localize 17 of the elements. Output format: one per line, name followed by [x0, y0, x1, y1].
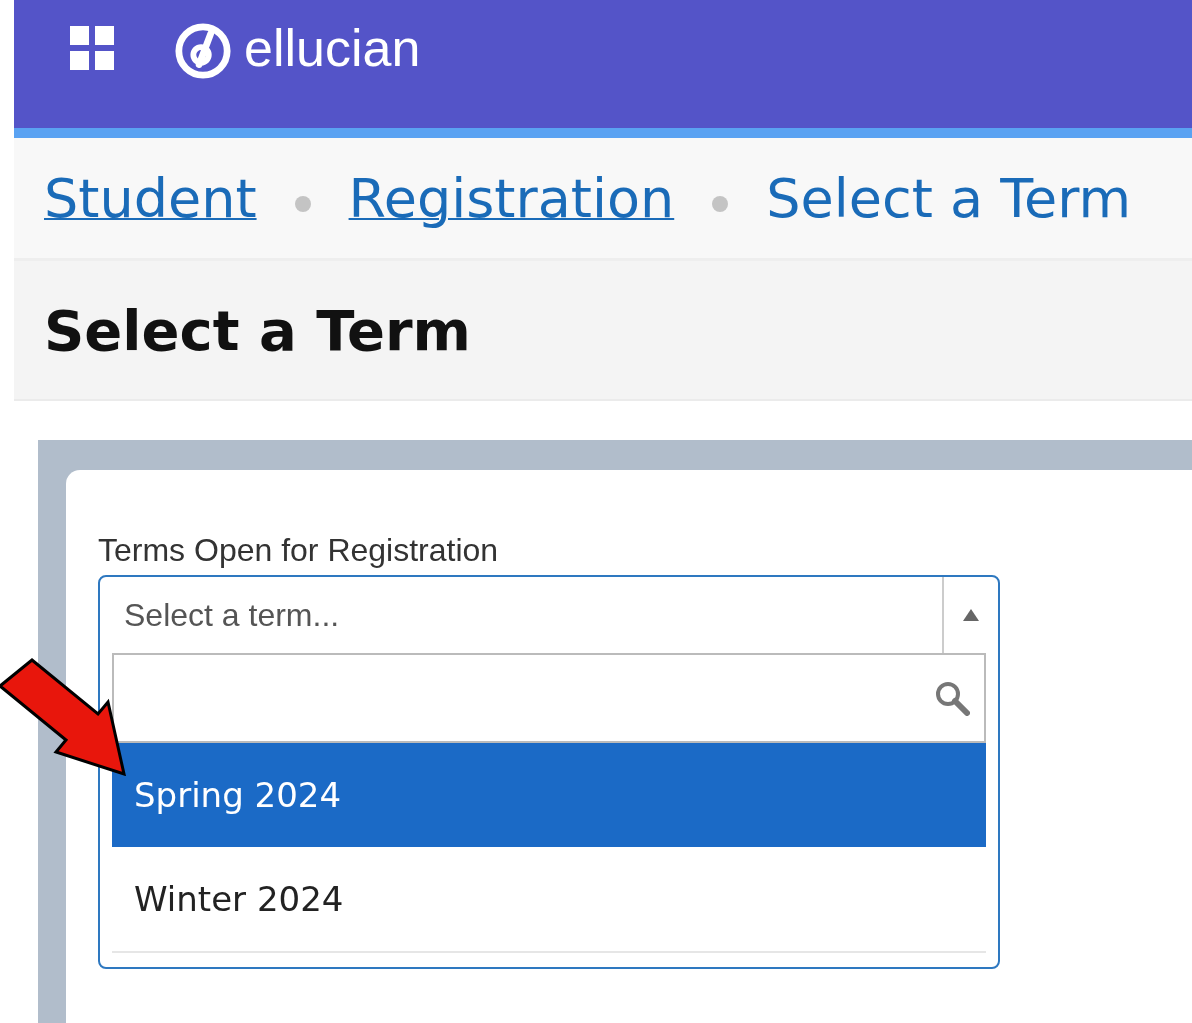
app-grid-icon[interactable]: [70, 26, 114, 70]
search-icon: [934, 680, 970, 716]
breadcrumb-link[interactable]: Registration: [348, 166, 675, 230]
caret-icon[interactable]: [963, 609, 979, 621]
breadcrumb-separator: [294, 196, 311, 212]
field-label: Terms Open for Registration: [98, 532, 500, 569]
logo-icon: [174, 22, 232, 80]
breadcrumb-current: Select a Term: [766, 166, 1132, 230]
term-dropdown[interactable]: Select a term... Spring 2024 Winter 2024: [98, 575, 1000, 969]
term-option[interactable]: Winter 2024: [112, 847, 986, 951]
page-title: Select a Term: [44, 297, 471, 363]
breadcrumb-link[interactable]: Student: [44, 166, 257, 230]
dropdown-placeholder: Select a term...: [123, 596, 341, 634]
brand-name: ellucian: [244, 22, 421, 74]
breadcrumb-separator: [712, 196, 729, 212]
term-option[interactable]: Spring 2024: [112, 743, 986, 847]
search-field[interactable]: [112, 653, 986, 743]
